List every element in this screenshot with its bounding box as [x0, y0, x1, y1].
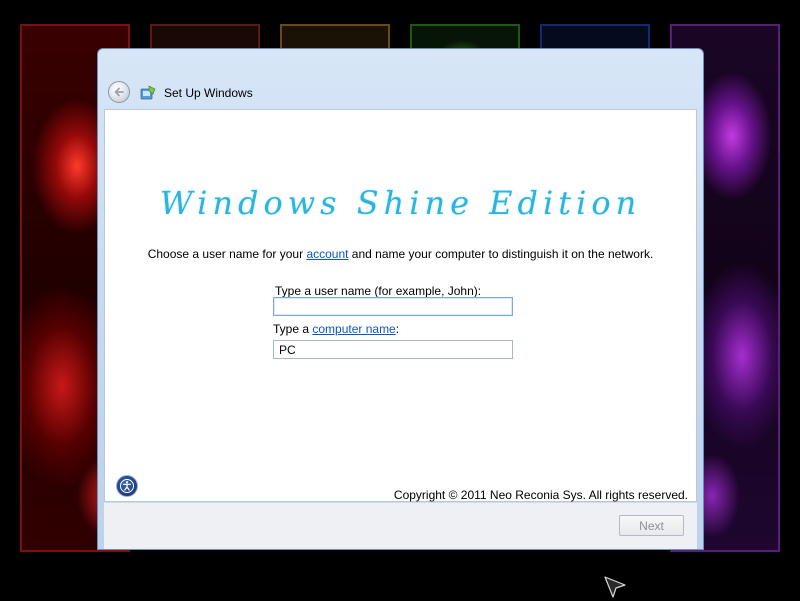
ease-of-access-button[interactable]	[116, 475, 138, 497]
account-link[interactable]: account	[306, 247, 348, 261]
setup-dialog: Set Up Windows Windows Shine Edition Cho…	[97, 48, 704, 550]
setup-windows-icon	[140, 85, 156, 100]
copyright-text: Copyright © 2011 Neo Reconia Sys. All ri…	[393, 488, 688, 502]
back-arrow-icon	[114, 87, 124, 97]
computer-name-link[interactable]: computer name	[312, 322, 395, 336]
dialog-footer: Next	[104, 502, 697, 549]
ease-of-access-icon	[120, 479, 134, 493]
back-button[interactable]	[108, 81, 130, 103]
username-input[interactable]	[273, 297, 513, 316]
computer-name-label-suffix: :	[395, 322, 400, 336]
computer-name-label-prefix: Type a	[273, 322, 313, 336]
username-label: Type a user name (for example, John):	[275, 284, 482, 298]
title-bar: Set Up Windows	[98, 49, 703, 109]
mouse-pointer-icon	[604, 576, 626, 598]
setup-content: Windows Shine Edition Choose a user name…	[104, 109, 697, 502]
computer-name-input[interactable]	[273, 340, 513, 359]
window-title: Set Up Windows	[164, 86, 253, 100]
instruction-part1: Choose a user name for your	[147, 247, 307, 261]
computer-name-label: Type a computer name:	[273, 322, 399, 336]
instruction-part2: and name your computer to distinguish it…	[348, 247, 654, 261]
next-button[interactable]: Next	[619, 515, 684, 536]
instruction-text: Choose a user name for your account and …	[105, 247, 696, 261]
brand-title: Windows Shine Edition	[159, 184, 642, 222]
